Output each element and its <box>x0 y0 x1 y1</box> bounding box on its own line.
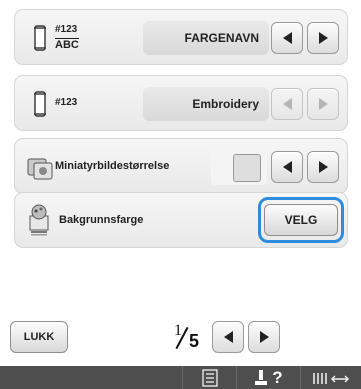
help-tab[interactable]: ? <box>236 366 300 389</box>
thumbnail-size-smaller-button[interactable] <box>271 151 303 183</box>
arrow-left-icon <box>282 98 292 110</box>
arrow-left-icon <box>282 32 292 44</box>
settings-tab[interactable] <box>182 366 236 389</box>
stitch-width-tab[interactable] <box>300 366 361 389</box>
select-button-highlight: VELG <box>258 197 344 243</box>
previous-page-button[interactable] <box>212 321 244 353</box>
page-indicator: 1 5 <box>172 322 206 352</box>
thread-display-next-button[interactable] <box>307 22 339 54</box>
arrow-left-icon <box>223 331 233 343</box>
help-label: ? <box>272 367 283 387</box>
thread-abc-label: ABC <box>55 38 79 51</box>
thread-display-value: FARGENAVN <box>143 21 269 55</box>
thread-display-row: #123 ABC FARGENAVN <box>14 9 348 65</box>
thumbnail-size-label: Miniatyrbildestørrelse <box>55 160 170 172</box>
arrow-right-icon <box>259 331 269 343</box>
thread-brand-prev-button[interactable] <box>271 88 303 120</box>
arrow-left-icon <box>282 161 292 173</box>
select-background-color-button[interactable]: VELG <box>264 204 338 236</box>
thread-display-prev-button[interactable] <box>271 22 303 54</box>
machine-help-icon <box>255 369 268 385</box>
palette-icon <box>29 204 49 236</box>
close-button[interactable]: LUKK <box>10 321 68 353</box>
thread-brand-next-button[interactable] <box>307 88 339 120</box>
arrow-right-icon <box>318 98 328 110</box>
settings-screen: #123 ABC FARGENAVN #123 Embroidery Minia… <box>0 0 361 389</box>
stitch-width-icon <box>313 372 349 384</box>
thread-spool-icon <box>34 25 46 51</box>
thumbnail-size-larger-button[interactable] <box>307 151 339 183</box>
thread-brand-row: #123 Embroidery <box>14 75 348 131</box>
thread-brand-number-label: #123 <box>55 97 78 108</box>
background-color-label: Bakgrunnsfarge <box>59 214 144 226</box>
thumbnail-size-swatch <box>233 154 261 182</box>
next-page-button[interactable] <box>248 321 280 353</box>
checklist-icon <box>201 368 218 387</box>
page-total: 5 <box>189 331 200 351</box>
thumbnail-size-row: Miniatyrbildestørrelse <box>14 138 348 194</box>
thread-brand-value: Embroidery <box>143 87 269 121</box>
thumbnail-preview <box>211 149 267 185</box>
thread-spool-icon <box>34 91 46 117</box>
arrow-right-icon <box>318 161 328 173</box>
arrow-right-icon <box>318 32 328 44</box>
thread-number-label: #123 <box>55 24 78 35</box>
bottom-toolbar: ? <box>0 366 361 389</box>
thumbnail-icon <box>27 158 53 180</box>
